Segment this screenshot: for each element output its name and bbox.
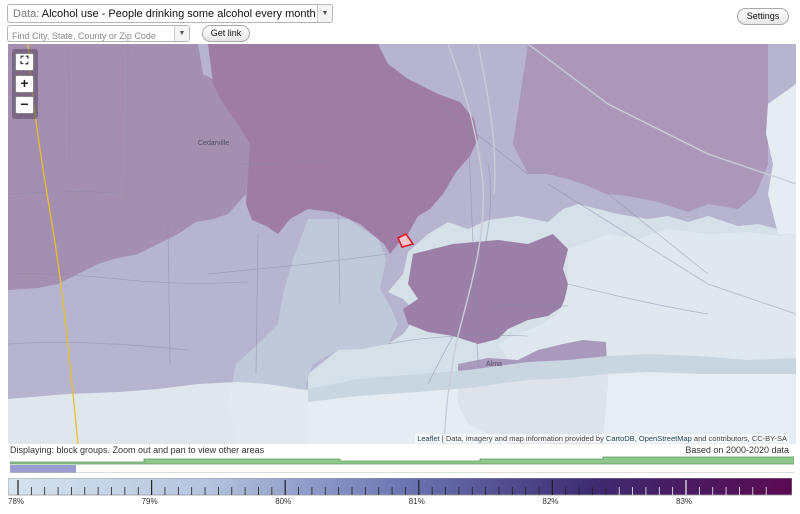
data-select-value: Alcohol use - People drinking some alcoh… xyxy=(41,8,333,20)
scale-tick-label: 82% xyxy=(542,497,558,506)
attribution-license: and contributors, CC-BY-SA xyxy=(691,434,787,443)
toolbar: Data: Alcohol use - People drinking some… xyxy=(0,0,800,44)
map-canvas[interactable]: Cedarville Alma xyxy=(8,44,796,444)
location-search-input[interactable] xyxy=(8,28,177,44)
selected-range-marker xyxy=(10,465,76,473)
zoom-in-button[interactable]: + xyxy=(15,75,34,93)
scale-tick-label: 80% xyxy=(275,497,291,506)
place-label: Cedarville xyxy=(198,140,229,147)
scale-tick-label: 81% xyxy=(409,497,425,506)
map-attribution: Leaflet | Data, imagery and map informat… xyxy=(415,434,789,443)
get-link-button[interactable]: Get link xyxy=(202,25,250,42)
zoom-controls: ⛶ + − xyxy=(12,49,38,119)
openstreetmap-link[interactable]: OpenStreetMap xyxy=(639,434,692,443)
color-scale-legend: 78% 79% 80% 81% 82% 83% xyxy=(7,477,793,506)
scale-tick-label: 78% xyxy=(8,497,24,506)
distribution-histogram xyxy=(9,456,795,474)
histogram-area xyxy=(9,456,795,465)
color-gradient-bar xyxy=(7,477,793,496)
scale-tick-label: 83% xyxy=(676,497,692,506)
chevron-down-icon[interactable]: ▼ xyxy=(174,26,189,41)
scale-tick-label: 79% xyxy=(142,497,158,506)
chevron-down-icon[interactable]: ▼ xyxy=(317,5,332,22)
data-select[interactable]: Data: Alcohol use - People drinking some… xyxy=(7,4,333,23)
data-select-label: Data: xyxy=(13,8,40,20)
location-search[interactable]: ▼ xyxy=(7,25,190,44)
attribution-text: | Data, imagery and map information prov… xyxy=(439,434,606,443)
place-label: Alma xyxy=(486,361,502,368)
full-extent-button[interactable]: ⛶ xyxy=(15,53,34,71)
map-view[interactable]: Cedarville Alma xyxy=(8,44,796,444)
data-years: Based on 2000-2020 data xyxy=(685,445,789,455)
leaflet-link[interactable]: Leaflet xyxy=(417,434,440,443)
display-status: Displaying: block groups. Zoom out and p… xyxy=(10,445,265,455)
cartodb-link[interactable]: CartoDB xyxy=(606,434,635,443)
settings-button[interactable]: Settings xyxy=(737,8,789,25)
scale-tick-labels: 78% 79% 80% 81% 82% 83% xyxy=(8,497,692,506)
zoom-out-button[interactable]: − xyxy=(15,96,34,114)
